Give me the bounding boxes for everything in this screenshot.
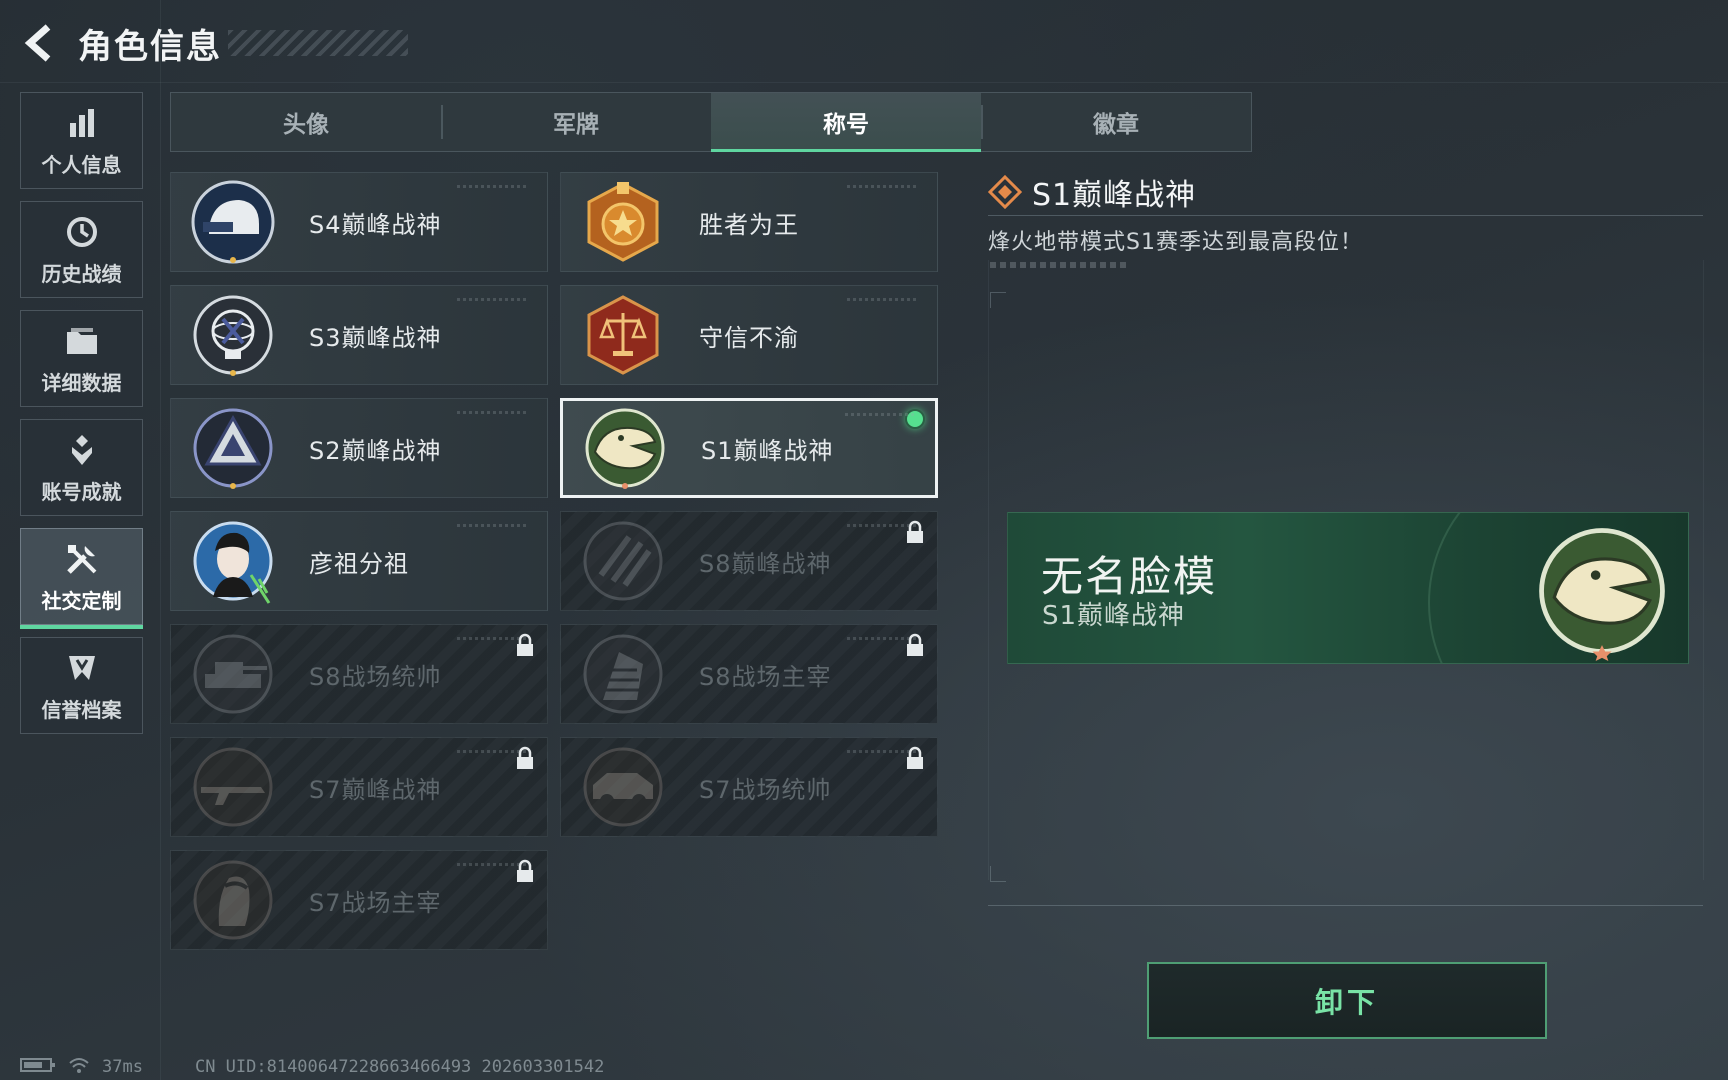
- back-arrow-icon[interactable]: [20, 21, 60, 65]
- lock-icon: [905, 633, 925, 657]
- uid-text: CN UID:8140064722866346649З 202603301542: [194, 1057, 605, 1077]
- soldier-badge-icon: [189, 856, 277, 944]
- status-bar: 37ms CN UID:8140064722866346649З 2026033…: [20, 1056, 604, 1078]
- frame-corner: [990, 292, 1006, 308]
- sidebar-item-achievements[interactable]: 账号成就: [20, 419, 143, 516]
- title-card-s7-commander[interactable]: S7战场统帅: [560, 737, 938, 837]
- lock-icon: [905, 746, 925, 770]
- detail-description: 烽火地带模式S1赛季达到最高段位！: [988, 230, 1363, 255]
- title-name: S8战场主宰: [699, 662, 832, 691]
- title-card-s8-dominator[interactable]: S8战场主宰: [560, 624, 938, 724]
- frame-corner: [990, 866, 1006, 882]
- ping-text: 37ms: [102, 1057, 143, 1077]
- sidebar-item-label: 个人信息: [41, 153, 122, 177]
- vehicle-badge-icon: [579, 743, 667, 831]
- customization-tabs: 头像 军牌 称号 徽章: [170, 92, 1252, 152]
- title-card-s3-peak[interactable]: S3巅峰战神: [170, 285, 548, 385]
- sidebar-item-history[interactable]: 历史战绩: [20, 201, 143, 298]
- title-card-s7-dominator[interactable]: S7战场主宰: [170, 850, 548, 950]
- preview-title: S1巅峰战神: [1042, 601, 1186, 631]
- achievement-icon: [62, 430, 102, 470]
- title-name: S7战场统帅: [699, 775, 832, 804]
- bar-chart-icon: [62, 103, 102, 143]
- title-card-s4-peak[interactable]: S4巅峰战神: [170, 172, 548, 272]
- equipped-indicator: [905, 409, 925, 429]
- sidebar-item-credit-record[interactable]: 信誉档案: [20, 637, 143, 734]
- title-name: 彦祖分祖: [309, 549, 409, 578]
- divider: [988, 905, 1703, 906]
- title-card-s7-peak[interactable]: S7巅峰战神: [170, 737, 548, 837]
- sidebar: 个人信息 历史战绩 详细数据 账号成就 社交定制 信誉档案: [20, 92, 143, 746]
- portrait-badge-icon: [189, 517, 277, 605]
- credit-shield-icon: [62, 648, 102, 688]
- title-name: 守信不渝: [699, 323, 799, 352]
- title-name: 胜者为王: [699, 210, 799, 239]
- stripes-badge-icon: [579, 517, 667, 605]
- title-name: S2巅峰战神: [309, 436, 442, 465]
- header-decoration: [228, 30, 408, 56]
- rifle-badge-icon: [189, 743, 277, 831]
- folder-icon: [62, 321, 102, 361]
- globe-badge-icon: [189, 291, 277, 379]
- tools-icon: [62, 539, 102, 579]
- triangle-badge-icon: [189, 404, 277, 492]
- title-list: S4巅峰战神 胜者为王 S3巅峰战神 守信不渝 S2巅峰战神 S1巅峰战神 彦祖…: [170, 172, 938, 950]
- lock-icon: [905, 520, 925, 544]
- diamond-icon: [987, 174, 1023, 210]
- title-card-yanzu[interactable]: 彦祖分祖: [170, 511, 548, 611]
- title-name: S4巅峰战神: [309, 210, 442, 239]
- wifi-icon: [68, 1056, 90, 1079]
- tab-title[interactable]: 称号: [711, 93, 981, 152]
- lock-icon: [515, 859, 535, 883]
- divider: [988, 215, 1703, 216]
- sidebar-item-personal-info[interactable]: 个人信息: [20, 92, 143, 189]
- lock-icon: [515, 633, 535, 657]
- page-title: 角色信息: [78, 26, 222, 67]
- lock-icon: [515, 746, 535, 770]
- title-card-s8-peak[interactable]: S8巅峰战神: [560, 511, 938, 611]
- unequip-button-label: 卸下: [1314, 985, 1379, 1019]
- sidebar-item-label: 信誉档案: [41, 698, 122, 722]
- title-preview-card: 无名脸模 S1巅峰战神: [1007, 512, 1689, 664]
- title-card-winner-king[interactable]: 胜者为王: [560, 172, 938, 272]
- sidebar-item-label: 账号成就: [41, 480, 122, 504]
- title-name: S3巅峰战神: [309, 323, 442, 352]
- sidebar-item-label: 详细数据: [41, 371, 122, 395]
- title-card-s8-commander[interactable]: S8战场统帅: [170, 624, 548, 724]
- battery-icon: [20, 1057, 56, 1078]
- building-badge-icon: [579, 630, 667, 718]
- sidebar-item-label: 社交定制: [41, 589, 122, 613]
- title-name: S8战场统帅: [309, 662, 442, 691]
- detail-decoration: [990, 262, 1126, 268]
- title-card-s2-peak[interactable]: S2巅峰战神: [170, 398, 548, 498]
- page-header: 角色信息: [20, 18, 408, 68]
- tab-dog-tag[interactable]: 军牌: [441, 93, 711, 151]
- sidebar-item-social-custom[interactable]: 社交定制: [20, 528, 143, 629]
- crocodile-badge-icon: [581, 404, 669, 492]
- title-name: S7战场主宰: [309, 888, 442, 917]
- sidebar-item-detailed-data[interactable]: 详细数据: [20, 310, 143, 407]
- tank-badge-icon: [189, 630, 277, 718]
- medal-badge-icon: [579, 178, 667, 266]
- detail-title: S1巅峰战神: [1032, 178, 1197, 213]
- tab-emblem[interactable]: 徽章: [981, 93, 1251, 151]
- history-clock-icon: [62, 212, 102, 252]
- tab-avatar[interactable]: 头像: [171, 93, 441, 151]
- sidebar-item-label: 历史战绩: [41, 262, 122, 286]
- crocodile-badge-icon: [1532, 521, 1672, 661]
- title-card-s1-peak[interactable]: S1巅峰战神: [560, 398, 938, 498]
- title-name: S8巅峰战神: [699, 549, 832, 578]
- title-card-keep-faith[interactable]: 守信不渝: [560, 285, 938, 385]
- detail-header: S1巅峰战神: [987, 170, 1197, 214]
- title-name: S7巅峰战神: [309, 775, 442, 804]
- title-name: S1巅峰战神: [701, 436, 834, 465]
- scales-badge-icon: [579, 291, 667, 379]
- unequip-button[interactable]: 卸下: [1147, 962, 1547, 1039]
- helmet-badge-icon: [189, 178, 277, 266]
